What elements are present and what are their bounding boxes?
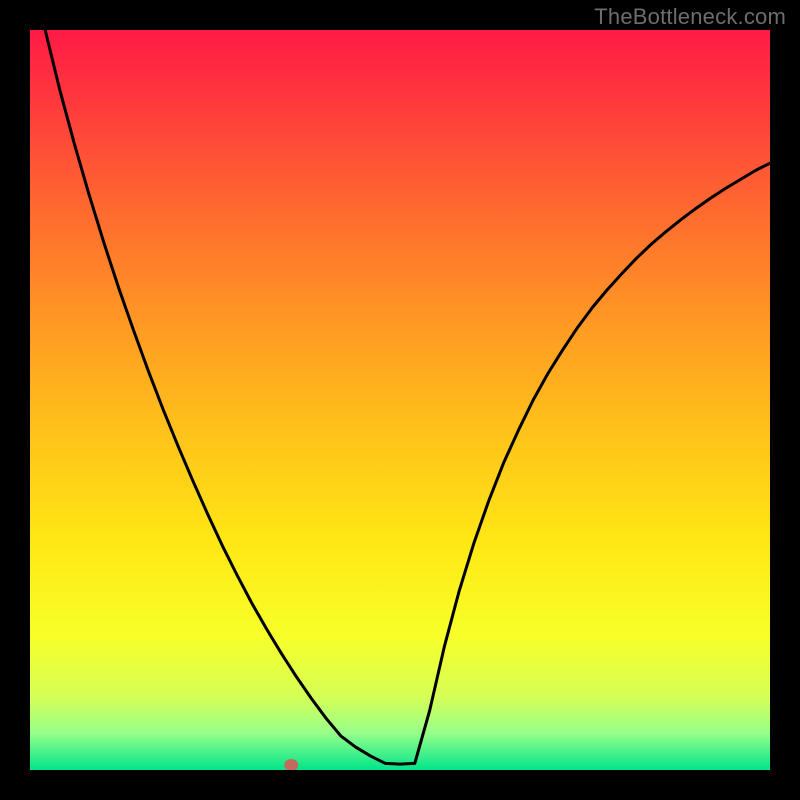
chart-background [30,30,770,770]
chart-svg [30,30,770,770]
chart-frame [30,30,770,770]
watermark-text: TheBottleneck.com [594,4,786,30]
